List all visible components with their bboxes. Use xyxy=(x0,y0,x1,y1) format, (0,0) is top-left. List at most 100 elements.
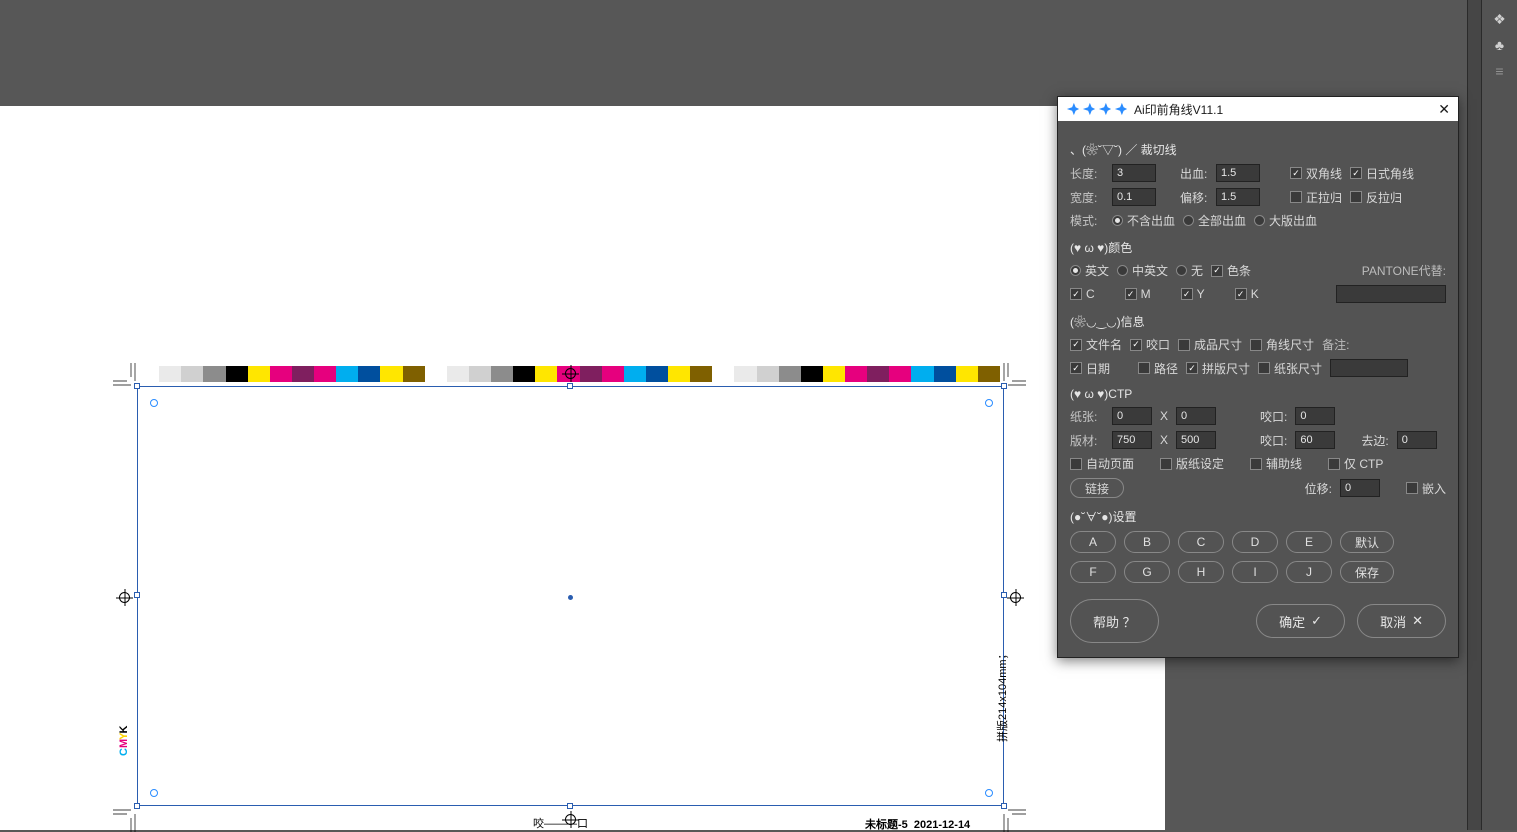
bite-label: 咬———口 xyxy=(533,815,588,831)
length-input[interactable] xyxy=(1112,164,1156,182)
close-icon: ✕ xyxy=(1412,613,1423,629)
preset-e[interactable]: E xyxy=(1286,531,1332,553)
panel-titlebar[interactable]: Ai印前角线V11.1 ✕ xyxy=(1058,97,1458,121)
preset-c[interactable]: C xyxy=(1178,531,1224,553)
pantone-label: PANTONE代替: xyxy=(1362,262,1446,279)
shift-input[interactable] xyxy=(1340,479,1380,497)
chk-onlyctp[interactable]: 仅 CTP xyxy=(1328,455,1383,472)
bleed-input[interactable] xyxy=(1216,164,1260,182)
chk-colorbar[interactable]: 色条 xyxy=(1211,262,1251,279)
x2-input[interactable] xyxy=(1176,431,1216,449)
chk-y[interactable]: Y xyxy=(1181,287,1205,301)
reg-circle xyxy=(150,789,158,797)
remark-input[interactable] xyxy=(1330,359,1408,377)
chk-c[interactable]: C xyxy=(1070,287,1095,301)
chk-autopage[interactable]: 自动页面 xyxy=(1070,455,1134,472)
section-crop-head: 、(❀˘▽˘) ／ 裁切线 xyxy=(1070,141,1446,158)
preset-b[interactable]: B xyxy=(1124,531,1170,553)
close-icon[interactable]: ✕ xyxy=(1438,101,1450,118)
width-label: 宽度: xyxy=(1070,189,1104,206)
section-settings-head: (●˘∀˘●)设置 xyxy=(1070,508,1446,525)
help-button[interactable]: 帮助 ？ xyxy=(1070,599,1159,643)
regmark-right xyxy=(1010,592,1021,603)
cropmark-tl xyxy=(113,363,139,389)
chk-m[interactable]: M xyxy=(1125,287,1151,301)
titlebar-plane-icons xyxy=(1066,102,1128,116)
chk-guide[interactable]: 辅助线 xyxy=(1250,455,1302,472)
cropmark-tr xyxy=(1000,363,1026,389)
handle-tm[interactable] xyxy=(567,383,573,389)
handle-bm[interactable] xyxy=(567,803,573,809)
chk-bite[interactable]: 咬口 xyxy=(1130,336,1170,353)
mode-all[interactable]: 全部出血 xyxy=(1183,212,1246,229)
chk-filename[interactable]: 文件名 xyxy=(1070,336,1122,353)
offset-input[interactable] xyxy=(1216,188,1260,206)
lang-cnen[interactable]: 中英文 xyxy=(1117,262,1168,279)
preset-f[interactable]: F xyxy=(1070,561,1116,583)
selection-center[interactable] xyxy=(568,595,573,600)
chk-zla[interactable]: 正拉归 xyxy=(1290,189,1342,206)
chk-impo[interactable]: 拼版尺寸 xyxy=(1186,360,1250,377)
width-input[interactable] xyxy=(1112,188,1156,206)
chk-finish[interactable]: 成品尺寸 xyxy=(1178,336,1242,353)
trim-input[interactable] xyxy=(1397,431,1437,449)
reg-circle xyxy=(150,399,158,407)
tool-icon-1[interactable]: ❖ xyxy=(1485,6,1515,32)
preset-d[interactable]: D xyxy=(1232,531,1278,553)
trim-label: 去边: xyxy=(1361,432,1388,449)
handle-ml[interactable] xyxy=(134,592,140,598)
imposition-size-label: 拼版214x104mm； xyxy=(994,648,1010,742)
chk-jp-corner[interactable]: 日式角线 xyxy=(1350,165,1414,182)
canvas-area[interactable]: CMYK 咬———口 未标题-5 2021-12-14 拼版214x104mm； xyxy=(0,106,1165,830)
chk-date[interactable]: 日期 xyxy=(1070,360,1110,377)
plate-input[interactable] xyxy=(1112,431,1152,449)
panel-gutter xyxy=(1467,0,1481,830)
offset-label: 偏移: xyxy=(1180,189,1208,206)
shift-label: 位移: xyxy=(1305,480,1332,497)
cropmark-bl xyxy=(113,806,139,832)
chk-plateset[interactable]: 版纸设定 xyxy=(1160,455,1224,472)
plugin-panel: Ai印前角线V11.1 ✕ 、(❀˘▽˘) ／ 裁切线 长度: 出血: 双角线 … xyxy=(1057,96,1459,658)
chk-paper[interactable]: 纸张尺寸 xyxy=(1258,360,1322,377)
preset-default[interactable]: 默认 xyxy=(1340,531,1394,553)
length-label: 长度: xyxy=(1070,165,1104,182)
bite1-input[interactable] xyxy=(1295,407,1335,425)
section-info-head: (❀◡‿◡)信息 xyxy=(1070,313,1446,330)
chk-embed[interactable]: 嵌入 xyxy=(1406,480,1446,497)
preset-save[interactable]: 保存 xyxy=(1340,561,1394,583)
section-ctp-head: (♥ ω ♥)CTP xyxy=(1070,387,1446,401)
chk-k[interactable]: K xyxy=(1235,287,1259,301)
remark-label: 备注: xyxy=(1322,336,1349,353)
preset-g[interactable]: G xyxy=(1124,561,1170,583)
chk-corner[interactable]: 角线尺寸 xyxy=(1250,336,1314,353)
preset-i[interactable]: I xyxy=(1232,561,1278,583)
chk-double-corner[interactable]: 双角线 xyxy=(1290,165,1342,182)
paper-input[interactable] xyxy=(1112,407,1152,425)
bite2-input[interactable] xyxy=(1295,431,1335,449)
cancel-button[interactable]: 取消 ✕ xyxy=(1357,604,1446,638)
mode-none[interactable]: 不含出血 xyxy=(1112,212,1175,229)
cropmark-br xyxy=(1000,806,1026,832)
section-color-head: (♥ ω ♥)颜色 xyxy=(1070,239,1446,256)
preset-j[interactable]: J xyxy=(1286,561,1332,583)
bleed-label: 出血: xyxy=(1180,165,1208,182)
regmark-left xyxy=(119,592,130,603)
preset-h[interactable]: H xyxy=(1178,561,1224,583)
preset-a[interactable]: A xyxy=(1070,531,1116,553)
plate-label: 版材: xyxy=(1070,432,1104,449)
mode-big[interactable]: 大版出血 xyxy=(1254,212,1317,229)
lang-en[interactable]: 英文 xyxy=(1070,262,1109,279)
tool-icon-2[interactable]: ♣ xyxy=(1485,32,1515,58)
chk-fla[interactable]: 反拉归 xyxy=(1350,189,1402,206)
chk-path[interactable]: 路径 xyxy=(1138,360,1178,377)
mode-label: 模式: xyxy=(1070,212,1104,229)
x1-input[interactable] xyxy=(1176,407,1216,425)
regmark-top xyxy=(565,368,576,379)
pantone-input[interactable] xyxy=(1336,285,1446,303)
link-button[interactable]: 链接 xyxy=(1070,478,1124,498)
panel-title: Ai印前角线V11.1 xyxy=(1134,101,1223,118)
lang-none[interactable]: 无 xyxy=(1176,262,1203,279)
ok-button[interactable]: 确定 ✓ xyxy=(1256,604,1345,638)
x2-label: X xyxy=(1160,433,1168,447)
tool-icon-3[interactable]: ≡ xyxy=(1485,58,1515,84)
